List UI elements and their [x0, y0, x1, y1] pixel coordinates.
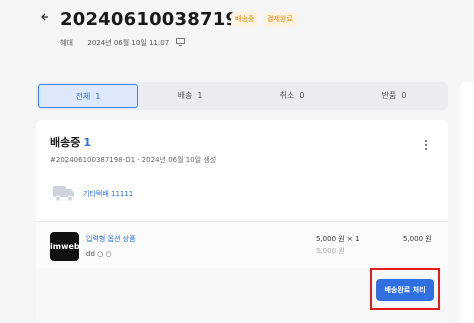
order-header: 202406100387198 배송중 결제완료 혜대 2024년 06월 10…: [0, 0, 474, 70]
product-option: dd ○ ○: [86, 250, 112, 258]
product-name-link[interactable]: 입력형 옵션 상품: [86, 234, 136, 244]
shipment-id: #202406100387198-D1 · 2024년 06월 10일 생성: [50, 156, 217, 164]
shipment-tabs: 전체 1 배송 1 취소 0 반품 0: [36, 82, 448, 110]
tab-label: 배송: [177, 91, 193, 100]
product-row: imweb 입력형 옵션 상품 dd ○ ○ 5,000 원 × 1 5,000…: [36, 222, 448, 268]
order-datetime: 2024년 06월 10일 11:07: [87, 39, 170, 47]
tab-shipping[interactable]: 배송 1: [140, 84, 240, 108]
tab-label: 전체: [75, 92, 91, 101]
quantity: 1: [355, 235, 360, 243]
times-sign: ×: [346, 235, 353, 243]
tab-count: 0: [401, 91, 407, 100]
shipment-title: 배송중 1: [50, 134, 91, 150]
tracking-link[interactable]: 기타택배 11111: [83, 189, 133, 199]
tab-label: 취소: [279, 91, 295, 100]
tab-count: 1: [197, 91, 203, 100]
status-badge-paid: 결제완료: [263, 12, 297, 27]
tab-return[interactable]: 반품 0: [344, 84, 444, 108]
order-meta: 혜대 2024년 06월 10일 11:07: [60, 38, 186, 48]
product-thumbnail: imweb: [50, 232, 80, 261]
back-arrow-icon[interactable]: [38, 11, 52, 25]
complete-delivery-button[interactable]: 배송완료 처리: [376, 279, 434, 301]
unit-price: 5,000 원: [316, 235, 345, 243]
order-number: 202406100387198: [60, 9, 251, 30]
status-badge-shipping: 배송중: [231, 12, 259, 27]
tab-count: 0: [299, 91, 305, 100]
side-panel: [460, 82, 474, 323]
line-total: 5,000 원: [403, 235, 432, 243]
tab-count: 1: [95, 92, 101, 101]
truck-icon: [52, 183, 76, 207]
original-price: 5,000 원: [316, 247, 345, 255]
shipment-count: 1: [83, 136, 92, 149]
more-options-icon[interactable]: [424, 136, 428, 150]
tab-all[interactable]: 전체 1: [38, 84, 138, 108]
tab-cancel[interactable]: 취소 0: [242, 84, 342, 108]
unit-price-qty: 5,000 원 × 1: [316, 234, 360, 244]
shipment-status-label: 배송중: [50, 136, 81, 149]
monitor-icon: [176, 38, 186, 48]
customer-name[interactable]: 혜대: [60, 39, 73, 47]
tab-label: 반품: [381, 91, 397, 100]
